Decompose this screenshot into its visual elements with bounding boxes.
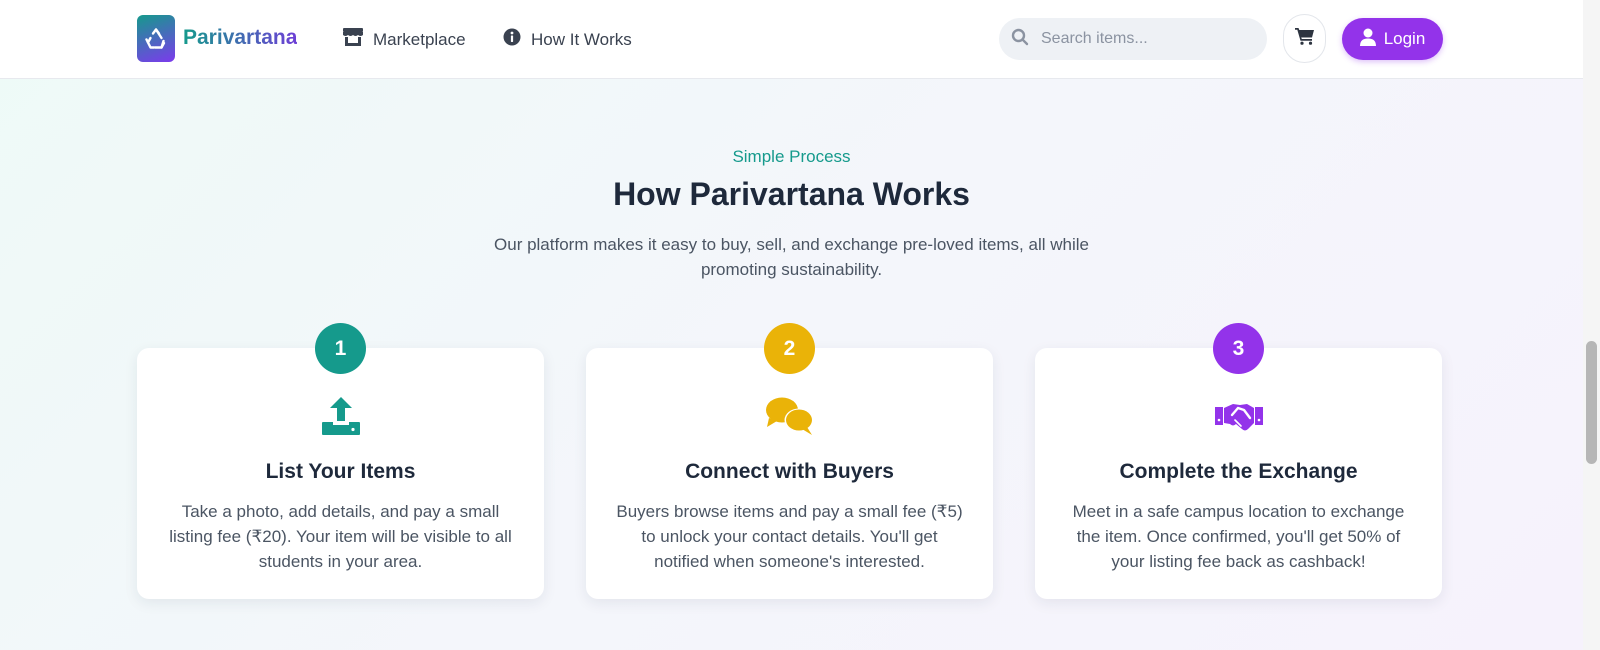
store-icon <box>343 28 363 51</box>
scrollbar-track[interactable] <box>1583 0 1600 650</box>
section-eyebrow: Simple Process <box>732 147 851 166</box>
search-input[interactable] <box>1041 30 1241 48</box>
section-description: Our platform makes it easy to buy, sell,… <box>494 235 1089 279</box>
nav-marketplace-label: Marketplace <box>373 29 466 49</box>
step-number-badge: 3 <box>1213 323 1264 374</box>
brand-name[interactable]: Parivartana <box>183 26 297 50</box>
user-icon <box>1359 28 1376 51</box>
login-button[interactable]: Login <box>1342 18 1443 60</box>
info-circle-icon <box>503 28 521 51</box>
step-title: Connect with Buyers <box>685 460 894 483</box>
step-description: Meet in a safe campus location to exchan… <box>1072 502 1405 571</box>
recycle-logo-icon[interactable] <box>137 15 175 62</box>
step-card-complete-exchange: 3 Complete the Exchange Meet in a safe c… <box>1035 323 1442 599</box>
scrollbar-thumb[interactable] <box>1586 341 1597 464</box>
nav-how-it-works-label: How It Works <box>531 29 632 49</box>
step-card-list-items: 1 List Your Items Take a photo, add deta… <box>137 323 544 599</box>
step-number-badge: 2 <box>764 323 815 374</box>
step-card-connect-buyers: 2 Connect with Buyers Buyers browse item… <box>586 323 993 599</box>
login-label: Login <box>1383 29 1426 48</box>
handshake-icon <box>1214 396 1264 441</box>
cart-button[interactable] <box>1283 14 1326 63</box>
upload-icon <box>321 396 361 441</box>
section-title: How Parivartana Works <box>613 176 970 212</box>
step-number-badge: 1 <box>315 323 366 374</box>
step-title: List Your Items <box>265 460 416 483</box>
top-navbar: Parivartana Marketplace How It Works Sea… <box>0 0 1583 79</box>
step-description: Buyers browse items and pay a small fee … <box>616 502 963 571</box>
search-icon <box>1011 28 1029 51</box>
search-bar <box>999 18 1267 60</box>
step-title: Complete the Exchange <box>1119 460 1358 483</box>
nav-marketplace-link[interactable]: Marketplace <box>343 28 466 51</box>
chat-bubbles-icon <box>765 396 815 441</box>
nav-how-it-works-link[interactable]: How It Works <box>503 28 632 51</box>
step-description: Take a photo, add details, and pay a sma… <box>169 502 512 571</box>
cart-icon <box>1294 27 1315 50</box>
